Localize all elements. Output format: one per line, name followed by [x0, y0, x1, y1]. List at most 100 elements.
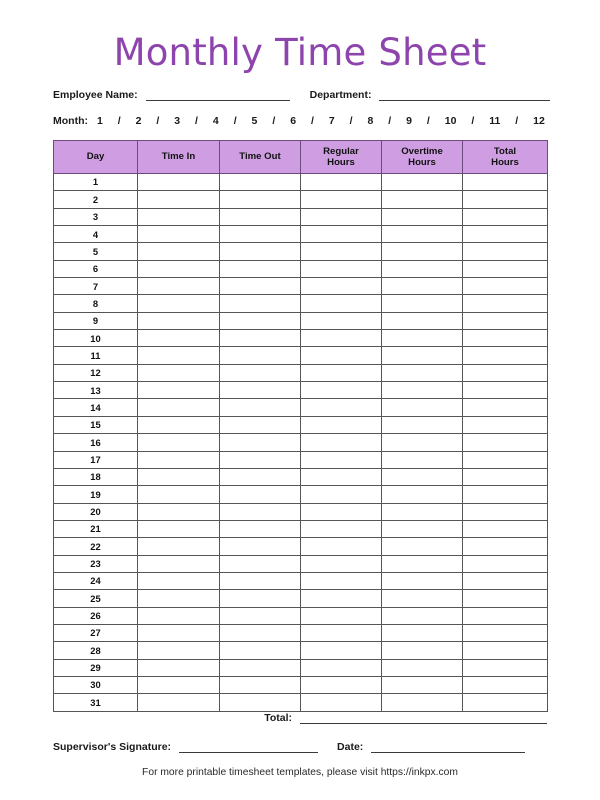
cell-time-out[interactable]	[219, 537, 301, 556]
cell-overtime-hours[interactable]	[381, 537, 463, 556]
cell-overtime-hours[interactable]	[381, 589, 463, 608]
cell-time-out[interactable]	[219, 433, 301, 452]
cell-time-in[interactable]	[137, 693, 220, 712]
cell-time-in[interactable]	[137, 415, 220, 435]
cell-time-in[interactable]	[137, 502, 220, 521]
month-option-2[interactable]: 2	[136, 116, 142, 127]
cell-time-in[interactable]	[137, 363, 220, 383]
cell-time-in[interactable]	[137, 623, 220, 643]
cell-overtime-hours[interactable]	[381, 346, 463, 365]
cell-time-in[interactable]	[137, 207, 220, 227]
cell-regular-hours[interactable]	[300, 415, 382, 435]
cell-regular-hours[interactable]	[300, 398, 382, 417]
cell-time-in[interactable]	[137, 294, 220, 313]
cell-total-hours[interactable]	[462, 623, 548, 643]
cell-time-out[interactable]	[219, 363, 301, 383]
cell-regular-hours[interactable]	[300, 277, 382, 296]
cell-time-out[interactable]	[219, 242, 301, 261]
cell-time-out[interactable]	[219, 294, 301, 313]
cell-regular-hours[interactable]	[300, 485, 382, 504]
total-input[interactable]	[300, 712, 547, 724]
cell-regular-hours[interactable]	[300, 467, 382, 487]
cell-time-in[interactable]	[137, 259, 220, 279]
cell-regular-hours[interactable]	[300, 589, 382, 608]
cell-time-out[interactable]	[219, 502, 301, 521]
month-option-3[interactable]: 3	[174, 116, 180, 127]
cell-overtime-hours[interactable]	[381, 450, 463, 469]
cell-total-hours[interactable]	[462, 294, 548, 313]
cell-time-in[interactable]	[137, 381, 220, 400]
cell-overtime-hours[interactable]	[381, 363, 463, 383]
cell-regular-hours[interactable]	[300, 311, 382, 331]
month-option-9[interactable]: 9	[406, 116, 412, 127]
cell-total-hours[interactable]	[462, 346, 548, 365]
department-input[interactable]	[379, 89, 551, 101]
cell-regular-hours[interactable]	[300, 207, 382, 227]
cell-time-in[interactable]	[137, 485, 220, 504]
cell-time-out[interactable]	[219, 329, 301, 348]
cell-overtime-hours[interactable]	[381, 172, 463, 192]
total-field[interactable]: Total:	[264, 712, 547, 724]
cell-total-hours[interactable]	[462, 242, 548, 261]
cell-regular-hours[interactable]	[300, 641, 382, 660]
cell-time-in[interactable]	[137, 172, 220, 192]
cell-time-in[interactable]	[137, 554, 220, 573]
cell-regular-hours[interactable]	[300, 502, 382, 521]
cell-time-in[interactable]	[137, 658, 220, 677]
cell-total-hours[interactable]	[462, 641, 548, 660]
cell-time-out[interactable]	[219, 571, 301, 591]
cell-time-in[interactable]	[137, 519, 220, 539]
cell-regular-hours[interactable]	[300, 623, 382, 643]
cell-overtime-hours[interactable]	[381, 485, 463, 504]
cell-overtime-hours[interactable]	[381, 311, 463, 331]
employee-name-input[interactable]	[145, 89, 290, 101]
cell-time-out[interactable]	[219, 415, 301, 435]
cell-time-in[interactable]	[137, 311, 220, 331]
cell-total-hours[interactable]	[462, 225, 548, 244]
cell-overtime-hours[interactable]	[381, 571, 463, 591]
cell-regular-hours[interactable]	[300, 519, 382, 539]
cell-regular-hours[interactable]	[300, 537, 382, 556]
cell-total-hours[interactable]	[462, 675, 548, 695]
cell-regular-hours[interactable]	[300, 172, 382, 192]
cell-total-hours[interactable]	[462, 554, 548, 573]
cell-time-out[interactable]	[219, 277, 301, 296]
cell-regular-hours[interactable]	[300, 675, 382, 695]
cell-time-out[interactable]	[219, 259, 301, 279]
cell-regular-hours[interactable]	[300, 190, 382, 209]
cell-time-out[interactable]	[219, 658, 301, 677]
cell-time-out[interactable]	[219, 675, 301, 695]
cell-time-in[interactable]	[137, 450, 220, 469]
cell-total-hours[interactable]	[462, 172, 548, 192]
cell-time-in[interactable]	[137, 346, 220, 365]
cell-overtime-hours[interactable]	[381, 329, 463, 348]
cell-time-out[interactable]	[219, 606, 301, 625]
cell-overtime-hours[interactable]	[381, 641, 463, 660]
month-option-4[interactable]: 4	[213, 116, 219, 127]
cell-total-hours[interactable]	[462, 693, 548, 712]
cell-time-in[interactable]	[137, 606, 220, 625]
cell-regular-hours[interactable]	[300, 363, 382, 383]
month-option-8[interactable]: 8	[367, 116, 373, 127]
cell-time-in[interactable]	[137, 571, 220, 591]
cell-regular-hours[interactable]	[300, 225, 382, 244]
cell-regular-hours[interactable]	[300, 433, 382, 452]
month-option-6[interactable]: 6	[290, 116, 296, 127]
cell-overtime-hours[interactable]	[381, 277, 463, 296]
cell-total-hours[interactable]	[462, 329, 548, 348]
cell-total-hours[interactable]	[462, 658, 548, 677]
cell-time-out[interactable]	[219, 311, 301, 331]
cell-total-hours[interactable]	[462, 381, 548, 400]
cell-total-hours[interactable]	[462, 485, 548, 504]
cell-regular-hours[interactable]	[300, 294, 382, 313]
cell-time-in[interactable]	[137, 537, 220, 556]
cell-total-hours[interactable]	[462, 277, 548, 296]
date-input[interactable]	[371, 741, 526, 753]
cell-overtime-hours[interactable]	[381, 623, 463, 643]
cell-time-out[interactable]	[219, 623, 301, 643]
cell-time-out[interactable]	[219, 641, 301, 660]
cell-total-hours[interactable]	[462, 571, 548, 591]
cell-time-in[interactable]	[137, 329, 220, 348]
cell-total-hours[interactable]	[462, 190, 548, 209]
cell-time-out[interactable]	[219, 589, 301, 608]
